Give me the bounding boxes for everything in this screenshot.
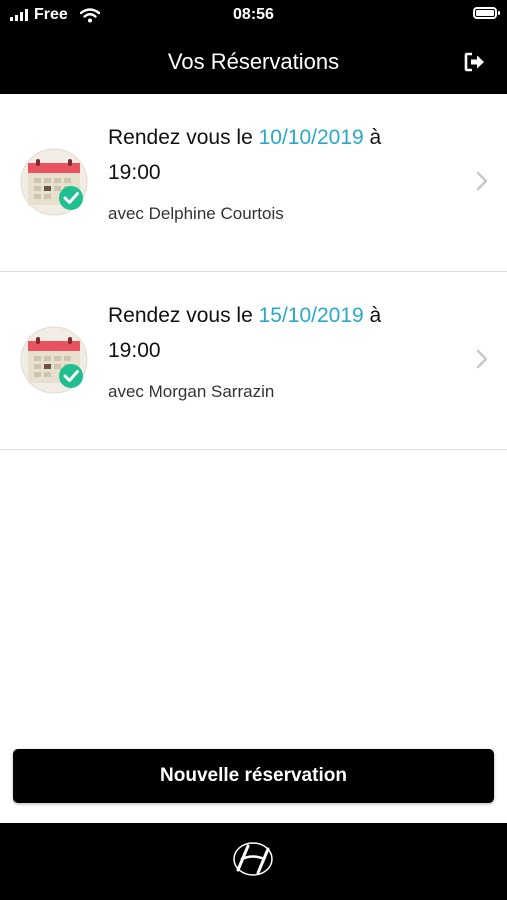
brand-logo-icon bbox=[233, 842, 273, 876]
logout-icon[interactable] bbox=[463, 50, 487, 74]
reservation-item[interactable]: Rendez vous le 10/10/2019 à 19:00 avec D… bbox=[0, 94, 507, 272]
calendar-check-icon bbox=[20, 148, 88, 216]
reservation-prefix: Rendez vous le bbox=[108, 126, 259, 149]
bottom-bar bbox=[0, 823, 507, 900]
page-title: Vos Réservations bbox=[167, 49, 340, 74]
battery-icon bbox=[473, 7, 500, 19]
chevron-right-icon bbox=[476, 171, 488, 191]
chevron-right-icon bbox=[476, 349, 488, 369]
clock: 08:56 bbox=[233, 6, 274, 23]
reservation-prefix: Rendez vous le bbox=[108, 304, 259, 327]
reservation-item[interactable]: Rendez vous le 15/10/2019 à 19:00 avec M… bbox=[0, 272, 507, 450]
reservation-title: Rendez vous le 15/10/2019 à 19:00 bbox=[108, 298, 438, 368]
reservation-staff: avec Morgan Sarrazin bbox=[108, 382, 275, 401]
status-bar: Free 08:56 bbox=[0, 0, 507, 30]
reservation-staff: avec Delphine Courtois bbox=[108, 204, 284, 223]
reservation-date: 10/10/2019 bbox=[258, 126, 364, 149]
new-reservation-button[interactable]: Nouvelle réservation bbox=[13, 749, 494, 803]
reservation-date: 15/10/2019 bbox=[258, 304, 364, 327]
calendar-check-icon bbox=[20, 326, 88, 394]
nav-bar: Vos Réservations bbox=[0, 30, 507, 94]
reservation-title: Rendez vous le 10/10/2019 à 19:00 bbox=[108, 120, 438, 190]
reservation-list: Rendez vous le 10/10/2019 à 19:00 avec D… bbox=[0, 94, 507, 450]
